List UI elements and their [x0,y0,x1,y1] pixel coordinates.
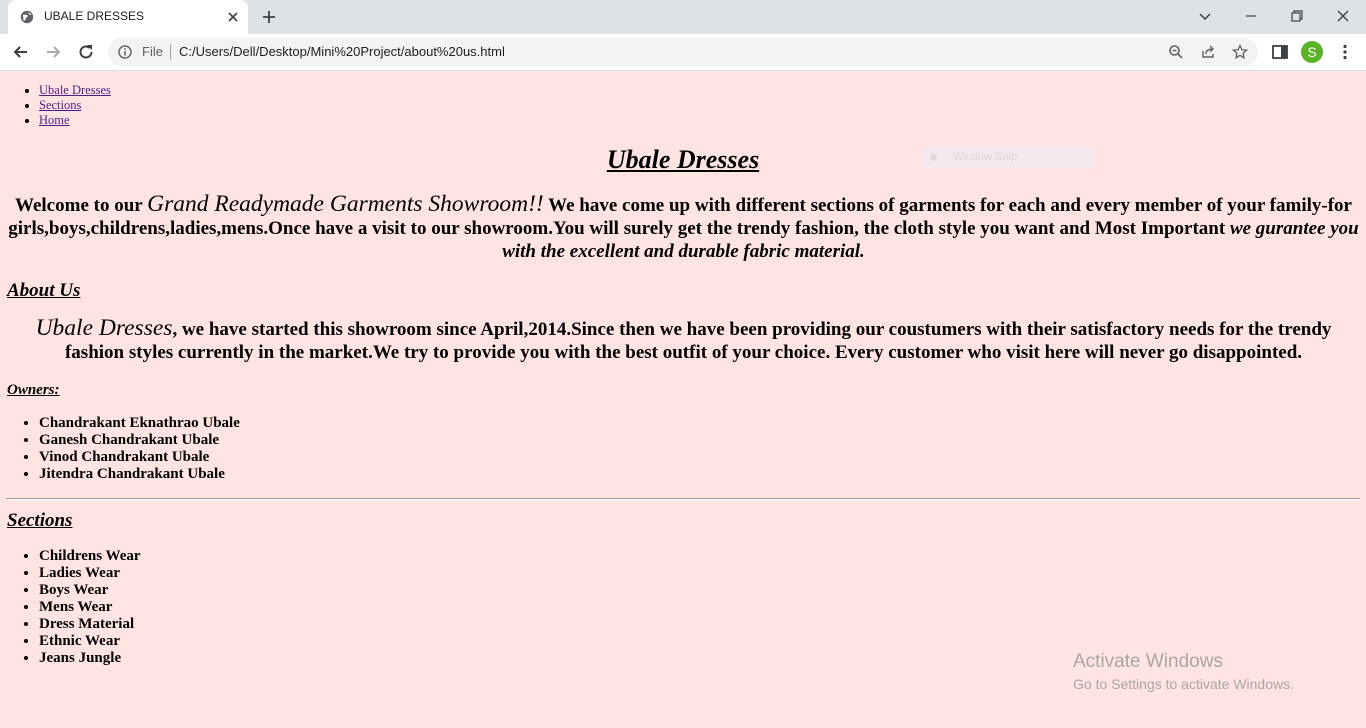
section-item: Jeans Jungle [39,650,141,667]
owner-item: Vinod Chandrakant Ubale [39,449,240,466]
owners-heading: Owners: [7,382,60,398]
minimize-icon[interactable] [1243,8,1259,24]
back-arrow-icon[interactable] [11,42,31,62]
browser-toolbar: File C:/Users/Dell/Desktop/Mini%20Projec… [0,34,1366,71]
nav-item: Sections [39,98,111,113]
share-icon[interactable] [1200,44,1216,60]
owners-list: Chandrakant Eknathrao Ubale Ganesh Chand… [0,415,240,483]
about-body: , we have started this showroom since Ap… [64,319,1332,363]
owner-item: Chandrakant Eknathrao Ubale [39,415,240,432]
nav-item: Ubale Dresses [39,83,111,98]
more-menu-icon[interactable] [1335,42,1355,62]
tab-strip: UBALE DRESSES [0,0,1366,34]
activate-windows-subtitle: Go to Settings to activate Windows. [1073,676,1294,692]
close-tab-icon[interactable] [226,10,240,24]
page-title: Ubale Dresses [606,145,760,174]
section-item: Boys Wear [39,582,141,599]
globe-icon [20,10,34,24]
about-heading: About Us [7,280,81,301]
showroom-name: Grand Readymade Garments Showroom!! [147,191,544,217]
welcome-paragraph: Welcome to our Grand Readymade Garments … [6,191,1361,263]
tab-search-chevron-icon[interactable] [1197,8,1213,24]
section-item: Mens Wear [39,599,141,616]
browser-tab[interactable]: UBALE DRESSES [8,0,248,34]
bookmark-star-icon[interactable] [1232,44,1248,60]
tab-title: UBALE DRESSES [44,9,145,23]
restore-icon[interactable] [1289,8,1305,24]
page-nav: Ubale Dresses Sections Home [0,83,111,128]
owner-item: Ganesh Chandrakant Ubale [39,432,240,449]
owner-item: Jitendra Chandrakant Ubale [39,466,240,483]
horizontal-divider [6,498,1360,500]
reload-icon[interactable] [76,42,96,62]
close-window-icon[interactable] [1335,8,1351,24]
nav-link-ubale-dresses[interactable]: Ubale Dresses [39,83,111,97]
section-item: Dress Material [39,616,141,633]
section-item: Ethnic Wear [39,633,141,650]
about-brand-name: Ubale Dresses [35,315,173,341]
zoom-icon[interactable] [1168,44,1184,60]
side-panel-icon[interactable] [1270,42,1290,62]
new-tab-icon[interactable] [261,9,277,25]
nav-link-home[interactable]: Home [39,113,70,127]
url-separator [170,44,171,60]
nav-item: Home [39,113,111,128]
forward-arrow-icon[interactable] [43,42,63,62]
nav-link-sections[interactable]: Sections [39,98,81,112]
welcome-lead: Welcome to our [15,195,148,216]
sections-heading: Sections [7,510,73,531]
about-paragraph: Ubale Dresses, we have started this show… [6,315,1361,364]
page-content: Ubale Dresses Sections Home Window Snip … [0,71,1366,728]
activate-windows-watermark: Activate Windows Go to Settings to activ… [1073,651,1294,695]
section-item: Childrens Wear [39,548,141,565]
url-text[interactable]: C:/Users/Dell/Desktop/Mini%20Project/abo… [179,44,505,59]
url-scheme: File [142,44,163,59]
activate-windows-title: Activate Windows [1073,651,1223,672]
section-item: Ladies Wear [39,565,141,582]
sections-list: Childrens Wear Ladies Wear Boys Wear Men… [0,548,141,667]
address-bar[interactable]: File C:/Users/Dell/Desktop/Mini%20Projec… [108,38,1258,66]
info-icon[interactable] [118,45,132,59]
profile-avatar[interactable]: S [1301,41,1323,63]
